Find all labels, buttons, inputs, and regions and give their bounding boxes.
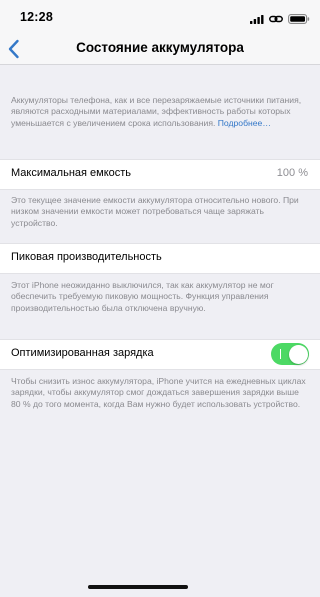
battery-icon (288, 11, 310, 29)
status-icons (250, 11, 310, 29)
status-time: 12:28 (20, 10, 53, 24)
optimized-charging-toggle[interactable] (271, 343, 309, 365)
max-capacity-value: 100 % (276, 167, 308, 179)
link-icon (269, 11, 283, 29)
toggle-on-indicator (280, 349, 282, 359)
peak-performance-row: Пиковая производительность (0, 243, 320, 274)
peak-performance-label: Пиковая производительность (11, 251, 162, 263)
navigation-bar: Состояние аккумулятора (0, 34, 320, 65)
learn-more-link[interactable]: Подробнее… (218, 118, 271, 128)
toggle-knob (288, 344, 308, 364)
max-capacity-row: Максимальная емкость 100 % (0, 159, 320, 190)
intro-description: Аккумуляторы телефона, как и все перезар… (11, 95, 308, 129)
cellular-signal-icon (250, 11, 264, 29)
home-indicator[interactable] (88, 585, 188, 589)
max-capacity-footnote: Это текущее значение емкости аккумулятор… (11, 195, 299, 228)
optimized-charging-footnote: Чтобы снизить износ аккумулятора, iPhone… (11, 376, 306, 409)
optimized-charging-row: Оптимизированная зарядка (0, 339, 320, 370)
status-bar: 12:28 (0, 0, 320, 34)
peak-performance-footnote: Этот iPhone неожиданно выключился, так к… (11, 280, 274, 313)
optimized-charging-label: Оптимизированная зарядка (11, 347, 154, 359)
page-title: Состояние аккумулятора (76, 40, 244, 55)
max-capacity-label: Максимальная емкость (11, 167, 132, 179)
